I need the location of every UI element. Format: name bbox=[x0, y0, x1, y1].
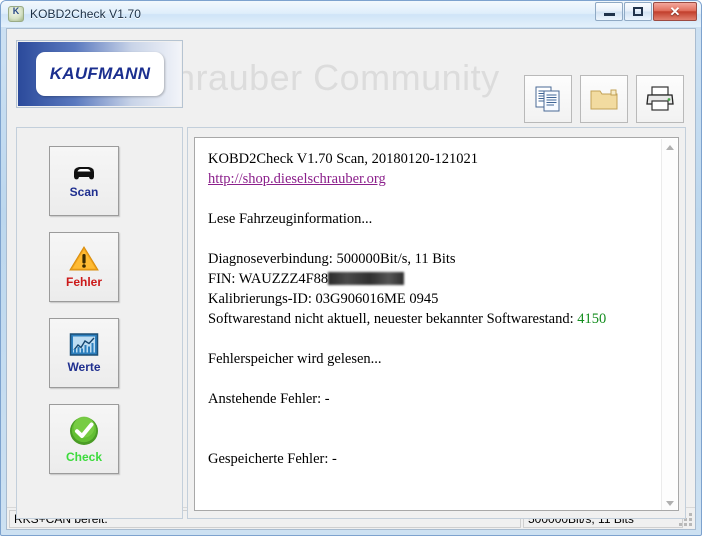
output-blank bbox=[208, 229, 658, 249]
output-text: KOBD2Check V1.70 Scan, 20180120-121021 h… bbox=[208, 149, 658, 469]
fin-label: FIN: WAUZZZ4F88 bbox=[208, 271, 329, 287]
printer-icon bbox=[646, 86, 674, 111]
title-bar[interactable]: KOBD2Check V1.70 ✕ bbox=[1, 1, 701, 27]
maximize-button[interactable] bbox=[624, 2, 652, 21]
minimize-icon bbox=[596, 3, 622, 20]
output-panel: KOBD2Check V1.70 Scan, 20180120-121021 h… bbox=[187, 127, 686, 519]
close-icon: ✕ bbox=[669, 3, 681, 19]
brand-plate: KAUFMANN bbox=[36, 52, 164, 96]
sidebar-item-label: Werte bbox=[67, 360, 101, 374]
software-label: Softwarestand nicht aktuell, neuester be… bbox=[208, 311, 578, 327]
client-area: Dieselschrauber Community KAUFMANN Scan … bbox=[6, 28, 696, 530]
minimize-button[interactable] bbox=[595, 2, 623, 21]
sidebar-item-label: Scan bbox=[69, 185, 99, 199]
output-blank bbox=[208, 189, 658, 209]
sidebar-item-scan[interactable]: Scan bbox=[49, 146, 119, 216]
car-icon bbox=[74, 167, 94, 180]
scrollbar-track[interactable] bbox=[662, 155, 678, 495]
output-line-software: Softwarestand nicht aktuell, neuester be… bbox=[208, 309, 658, 329]
scroll-up-button[interactable] bbox=[662, 139, 678, 155]
scroll-down-button[interactable] bbox=[662, 495, 678, 510]
chevron-down-icon bbox=[666, 500, 674, 506]
sidebar-item-check[interactable]: Check bbox=[49, 404, 119, 474]
output-line-fin: FIN: WAUZZZ4F88 bbox=[208, 269, 658, 289]
output-blank bbox=[208, 429, 658, 449]
copy-button[interactable] bbox=[524, 75, 572, 123]
output-line-link[interactable]: http://shop.dieselschrauber.org bbox=[208, 169, 658, 189]
output-line: KOBD2Check V1.70 Scan, 20180120-121021 bbox=[208, 151, 478, 167]
software-version: 4150 bbox=[577, 311, 607, 327]
application-window: KOBD2Check V1.70 ✕ Dieselschrauber Commu… bbox=[0, 0, 702, 536]
logo-panel: KAUFMANN bbox=[16, 40, 183, 108]
vertical-scrollbar[interactable] bbox=[661, 139, 678, 510]
maximize-icon bbox=[625, 3, 651, 20]
chart-icon bbox=[69, 333, 99, 356]
folder-open-icon bbox=[590, 89, 618, 110]
output-line: Gespeicherte Fehler: - bbox=[208, 451, 337, 467]
sidebar-item-label: Fehler bbox=[65, 275, 102, 289]
window-controls: ✕ bbox=[595, 2, 697, 21]
sidebar-item-label: Check bbox=[65, 450, 103, 464]
warning-triangle-icon bbox=[69, 246, 99, 271]
output-blank bbox=[208, 369, 658, 389]
output-textbox[interactable]: KOBD2Check V1.70 Scan, 20180120-121021 h… bbox=[194, 137, 679, 511]
sidebar-item-fehler[interactable]: Fehler bbox=[49, 232, 119, 302]
output-blank bbox=[208, 409, 658, 429]
green-check-icon bbox=[70, 416, 98, 445]
copy-documents-icon bbox=[535, 86, 560, 112]
output-line: Lese Fahrzeuginformation... bbox=[208, 211, 373, 227]
output-line: Diagnoseverbindung: 500000Bit/s, 11 Bits bbox=[208, 251, 456, 267]
chevron-up-icon bbox=[666, 144, 674, 150]
shop-link[interactable]: http://shop.dieselschrauber.org bbox=[208, 171, 386, 187]
output-line: Kalibrierungs-ID: 03G906016ME 0945 bbox=[208, 291, 439, 307]
sidebar-item-werte[interactable]: Werte bbox=[49, 318, 119, 388]
output-line: Fehlerspeicher wird gelesen... bbox=[208, 351, 382, 367]
logo-gradient: KAUFMANN bbox=[18, 42, 181, 106]
redaction-bar bbox=[328, 272, 405, 285]
sidebar-panel: Scan Fehler Werte Check bbox=[16, 127, 183, 519]
app-icon bbox=[8, 6, 24, 22]
toolbar bbox=[524, 75, 684, 123]
open-button[interactable] bbox=[580, 75, 628, 123]
output-blank bbox=[208, 329, 658, 349]
print-button[interactable] bbox=[636, 75, 684, 123]
output-line: Anstehende Fehler: - bbox=[208, 391, 330, 407]
window-title: KOBD2Check V1.70 bbox=[30, 7, 141, 21]
close-button[interactable]: ✕ bbox=[653, 2, 697, 21]
brand-label: KAUFMANN bbox=[49, 64, 151, 83]
